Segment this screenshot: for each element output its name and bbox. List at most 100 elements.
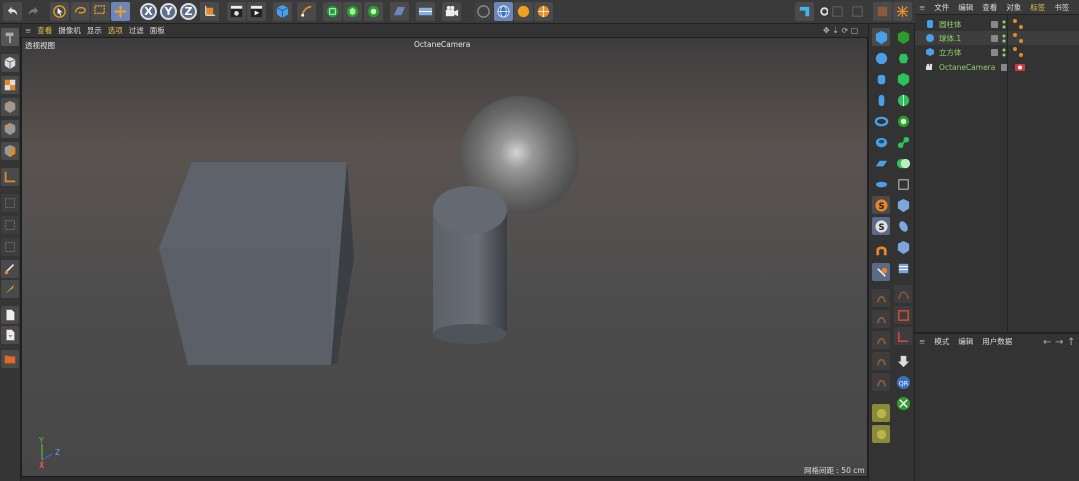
axis-mode-button[interactable]: [1, 168, 19, 186]
palette-qr-button[interactable]: QR: [894, 373, 912, 391]
object-name[interactable]: OctaneCamera: [939, 63, 995, 72]
camera-button[interactable]: [442, 2, 461, 21]
object-row-cube[interactable]: 立方体: [915, 45, 1079, 59]
move-tool-button[interactable]: [111, 2, 130, 21]
viewport-menu-options[interactable]: 选项: [108, 25, 123, 36]
palette-torus-button[interactable]: [872, 112, 890, 130]
up-arrow-icon[interactable]: ↑: [1067, 337, 1075, 348]
object-name[interactable]: 立方体: [939, 47, 962, 58]
octane-live-button[interactable]: [534, 2, 553, 21]
palette-formula-button[interactable]: [872, 263, 890, 281]
object-row-cylinder[interactable]: 圆柱体: [915, 17, 1079, 31]
palette-tube-button[interactable]: [872, 133, 890, 151]
render-picture-viewer-button[interactable]: [247, 2, 266, 21]
y-axis-toggle[interactable]: Y: [160, 3, 177, 20]
object-name[interactable]: 圆柱体: [939, 19, 962, 30]
texture-mode-button[interactable]: [1, 76, 19, 94]
coordinate-system-button[interactable]: [200, 2, 219, 21]
viewport-menu-handle[interactable]: ≡: [25, 26, 31, 35]
palette-deform-2[interactable]: [872, 310, 890, 328]
viewport-menu-filter[interactable]: 过滤: [129, 25, 144, 36]
workplane-button[interactable]: [494, 2, 513, 21]
layer-checkbox[interactable]: [991, 48, 998, 56]
attribute-menu-userdata[interactable]: 用户数据: [982, 336, 1012, 347]
live-select-button[interactable]: [50, 2, 69, 21]
palette-bend-button[interactable]: [894, 196, 912, 214]
snap-settings-3[interactable]: [1, 238, 19, 256]
palette-symmetry-button[interactable]: [894, 91, 912, 109]
redo-button[interactable]: [24, 2, 43, 21]
palette-capsule-button[interactable]: [872, 91, 890, 109]
attribute-menu-mode[interactable]: 模式: [934, 336, 949, 347]
back-arrow-icon[interactable]: ←: [1043, 337, 1051, 348]
viewport-menu-view[interactable]: 查看: [37, 25, 52, 36]
layer-checkbox[interactable]: [991, 20, 998, 28]
cube-object[interactable]: [159, 162, 354, 365]
viewport-menu-camera[interactable]: 摄像机: [58, 25, 81, 36]
render-view-button[interactable]: [227, 2, 246, 21]
polygons-mode-button[interactable]: [1, 142, 19, 160]
palette-effector-2[interactable]: [872, 425, 890, 443]
panel-toggle-1[interactable]: [828, 2, 847, 21]
object-name[interactable]: 球体.1: [939, 33, 961, 44]
attribute-menu-edit[interactable]: 编辑: [958, 336, 973, 347]
cube-object-button[interactable]: [273, 2, 292, 21]
object-menu-edit[interactable]: 编辑: [958, 2, 973, 13]
forward-arrow-icon[interactable]: →: [1055, 337, 1063, 348]
palette-cube-button[interactable]: [872, 28, 890, 46]
snap-button[interactable]: [474, 2, 493, 21]
palette-subdiv-button[interactable]: [894, 28, 912, 46]
palette-download-button[interactable]: [894, 352, 912, 370]
light-button[interactable]: [893, 2, 912, 21]
palette-wrap-button[interactable]: [894, 259, 912, 277]
palette-deform-4[interactable]: [872, 352, 890, 370]
palette-deform-3[interactable]: [872, 331, 890, 349]
attribute-menu-handle[interactable]: ≡: [919, 337, 925, 346]
object-menu-handle[interactable]: ≡: [919, 3, 925, 12]
palette-deform-1[interactable]: [872, 289, 890, 307]
palette-extrude-button[interactable]: [894, 49, 912, 67]
object-row-camera[interactable]: OctaneCamera: [915, 60, 1079, 74]
folder-button[interactable]: [1, 350, 19, 368]
subdivision-button[interactable]: [323, 2, 342, 21]
object-row-sphere[interactable]: 球体.1: [915, 31, 1079, 45]
layout-button[interactable]: [795, 2, 814, 21]
material-tag-icon[interactable]: [1012, 46, 1024, 58]
viewport-menu-display[interactable]: 显示: [87, 25, 102, 36]
octane-material-button[interactable]: [873, 2, 892, 21]
points-mode-button[interactable]: [1, 98, 19, 116]
palette-spline-2[interactable]: [894, 306, 912, 324]
palette-disc-button[interactable]: [872, 175, 890, 193]
undo-button[interactable]: [3, 2, 22, 21]
palette-effector-1[interactable]: [872, 404, 890, 422]
snap-settings-1[interactable]: [1, 194, 19, 212]
palette-cylinder-button[interactable]: [872, 70, 890, 88]
object-menu-objects[interactable]: 对象: [1006, 2, 1021, 13]
palette-octane-s2-button[interactable]: S: [872, 217, 890, 235]
document-button[interactable]: [1, 306, 19, 324]
viewport-nav-icons[interactable]: ✥ ⇣ ⟳ ▢: [823, 26, 858, 35]
palette-magnet-button[interactable]: [872, 242, 890, 260]
palette-octane-s-button[interactable]: S: [872, 196, 890, 214]
lasso-select-button[interactable]: [71, 2, 90, 21]
palette-plane-button[interactable]: [872, 154, 890, 172]
model-mode-button[interactable]: [1, 54, 19, 72]
z-axis-toggle[interactable]: Z: [180, 3, 197, 20]
palette-lathe-button[interactable]: [894, 70, 912, 88]
array-generator-button[interactable]: [343, 2, 362, 21]
panel-toggle-2[interactable]: [848, 2, 867, 21]
palette-spline-1[interactable]: [894, 285, 912, 303]
sculpt-button[interactable]: [1, 260, 19, 278]
palette-sphere-button[interactable]: [872, 49, 890, 67]
environment-button[interactable]: [416, 2, 435, 21]
object-menu-tags[interactable]: 标签: [1030, 2, 1045, 13]
object-menu-view[interactable]: 查看: [982, 2, 997, 13]
scene-button[interactable]: [390, 2, 409, 21]
palette-boole-button[interactable]: [894, 112, 912, 130]
deformer-button[interactable]: [364, 2, 383, 21]
object-menu-file[interactable]: 文件: [934, 2, 949, 13]
material-tag-icon[interactable]: [1012, 32, 1024, 44]
object-menu-bookmarks[interactable]: 书签: [1054, 2, 1069, 13]
knife-button[interactable]: [1, 280, 19, 298]
palette-null-button[interactable]: [894, 175, 912, 193]
